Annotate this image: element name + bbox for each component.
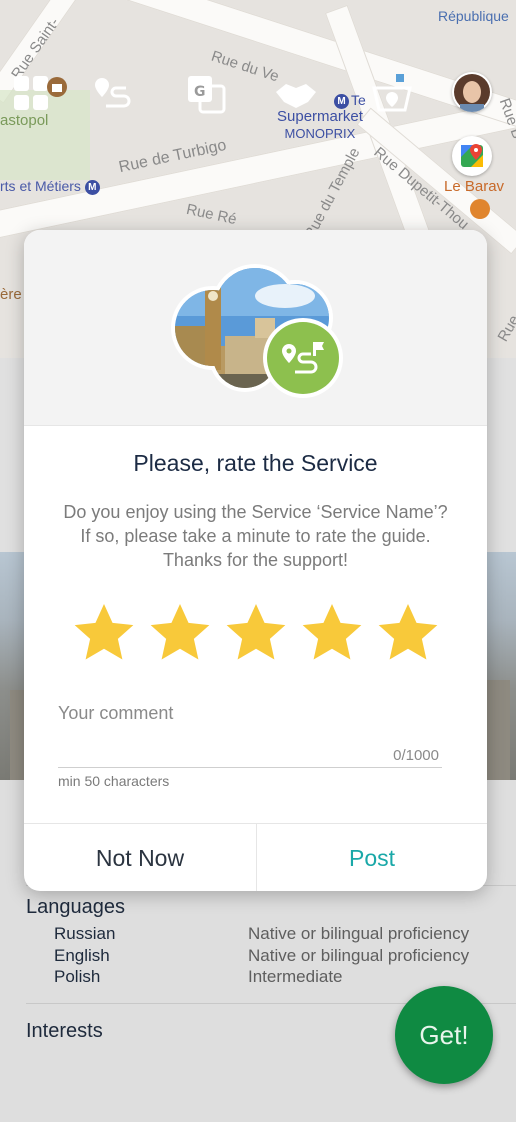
dialog-hero (24, 230, 487, 426)
dialog-actions: Not Now Post (24, 823, 487, 891)
star-icon[interactable] (224, 600, 288, 664)
dialog-message-line: If so, please take a minute to rate the … (80, 526, 431, 546)
rate-service-dialog: Please, rate the Service Do you enjoy us… (24, 230, 487, 891)
comment-hint: min 50 characters (58, 773, 170, 789)
comment-underline (58, 767, 442, 768)
star-icon[interactable] (300, 600, 364, 664)
comment-input[interactable]: Your comment (58, 703, 173, 724)
dialog-message-line: Do you enjoy using the Service ‘Service … (63, 502, 448, 522)
post-button[interactable]: Post (257, 824, 487, 891)
dialog-title: Please, rate the Service (133, 450, 378, 476)
star-icon[interactable] (376, 600, 440, 664)
service-illustration (171, 264, 343, 398)
dialog-message-line: Thanks for the support! (162, 550, 349, 570)
star-icon[interactable] (72, 600, 136, 664)
star-rating[interactable] (72, 600, 442, 672)
not-now-button[interactable]: Not Now (24, 824, 257, 891)
dialog-message: Do you enjoy using the Service ‘Service … (44, 500, 467, 572)
comment-counter: 0/1000 (393, 747, 439, 764)
star-icon[interactable] (148, 600, 212, 664)
